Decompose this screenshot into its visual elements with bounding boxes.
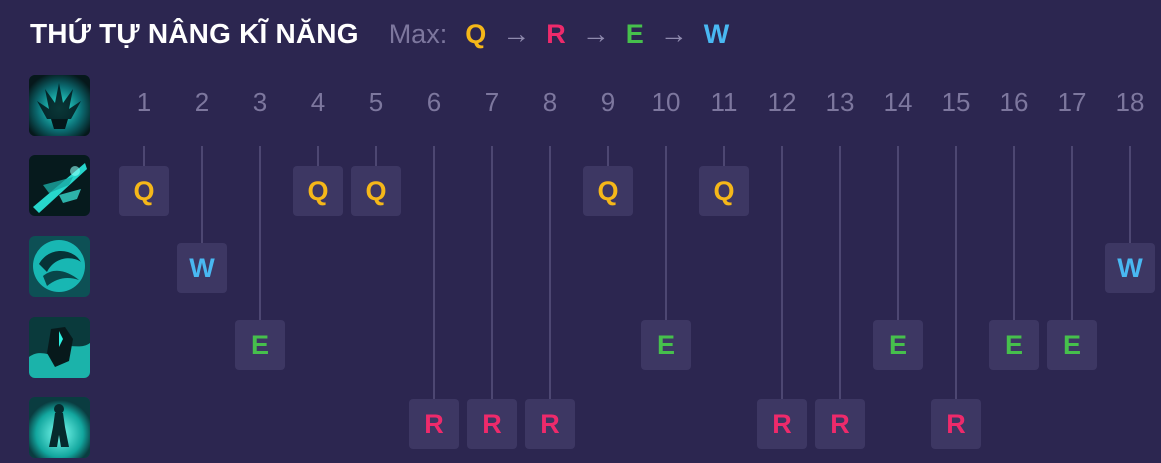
level-number: 11 (710, 87, 738, 117)
skill-cell-r: R (467, 399, 517, 449)
level-connector-line (955, 146, 957, 399)
level-connector-line (375, 146, 377, 166)
max-sequence-e: E (625, 19, 644, 49)
level-connector-line (607, 146, 609, 166)
skill-cell-q: Q (699, 166, 749, 216)
level-number: 13 (825, 87, 855, 117)
level-number: 7 (484, 87, 500, 117)
skill-order-header: THỨ TỰ NÂNG KĨ NĂNG Max: Q → R → E → W (30, 14, 729, 54)
passive-icon (29, 75, 90, 136)
skill-cell-r: R (931, 399, 981, 449)
skill-e-icon (29, 317, 90, 378)
level-number: 9 (600, 87, 616, 117)
level-connector-line (781, 146, 783, 399)
skill-cell-e: E (1047, 320, 1097, 370)
max-sequence-q: Q (465, 19, 487, 49)
level-number: 2 (194, 87, 210, 117)
max-sequence: Q → R → E → W (465, 18, 729, 50)
level-number: 12 (767, 87, 797, 117)
skill-cell-w: W (1105, 243, 1155, 293)
level-connector-line (549, 146, 551, 399)
level-number: 4 (310, 87, 326, 117)
level-number: 10 (651, 87, 681, 117)
level-connector-line (491, 146, 493, 399)
level-number: 18 (1115, 87, 1145, 117)
level-number: 8 (542, 87, 558, 117)
level-number: 14 (883, 87, 913, 117)
skill-cell-r: R (409, 399, 459, 449)
level-connector-line (723, 146, 725, 166)
skill-cell-e: E (989, 320, 1039, 370)
skill-cell-q: Q (583, 166, 633, 216)
level-number: 5 (368, 87, 384, 117)
level-connector-line (1129, 146, 1131, 243)
level-number: 16 (999, 87, 1029, 117)
level-connector-line (259, 146, 261, 320)
max-sequence-w: W (703, 19, 730, 49)
skill-order-title: THỨ TỰ NÂNG KĨ NĂNG (30, 18, 359, 49)
arrow-icon: → (659, 18, 688, 49)
skill-cell-r: R (525, 399, 575, 449)
skill-cell-w: W (177, 243, 227, 293)
skill-cell-r: R (815, 399, 865, 449)
level-number: 6 (426, 87, 442, 117)
skill-cell-q: Q (293, 166, 343, 216)
level-connector-line (839, 146, 841, 399)
skill-cell-q: Q (351, 166, 401, 216)
level-connector-line (433, 146, 435, 399)
level-number: 15 (941, 87, 971, 117)
skill-cell-e: E (235, 320, 285, 370)
arrow-icon: → (502, 18, 531, 49)
level-connector-line (201, 146, 203, 243)
skill-cell-e: E (873, 320, 923, 370)
level-connector-line (317, 146, 319, 166)
skill-cell-q: Q (119, 166, 169, 216)
level-connector-line (1013, 146, 1015, 320)
level-connector-line (897, 146, 899, 320)
level-connector-line (143, 146, 145, 166)
skill-cell-e: E (641, 320, 691, 370)
level-connector-line (665, 146, 667, 320)
level-number: 17 (1057, 87, 1087, 117)
max-label: Max: (388, 18, 448, 49)
skill-cell-r: R (757, 399, 807, 449)
level-number: 3 (252, 87, 268, 117)
arrow-icon: → (581, 18, 610, 49)
skill-w-icon (29, 236, 90, 297)
skill-q-icon (29, 155, 90, 216)
skill-r-icon (29, 397, 90, 458)
level-connector-line (1071, 146, 1073, 320)
level-number: 1 (136, 87, 152, 117)
max-sequence-r: R (546, 19, 566, 49)
